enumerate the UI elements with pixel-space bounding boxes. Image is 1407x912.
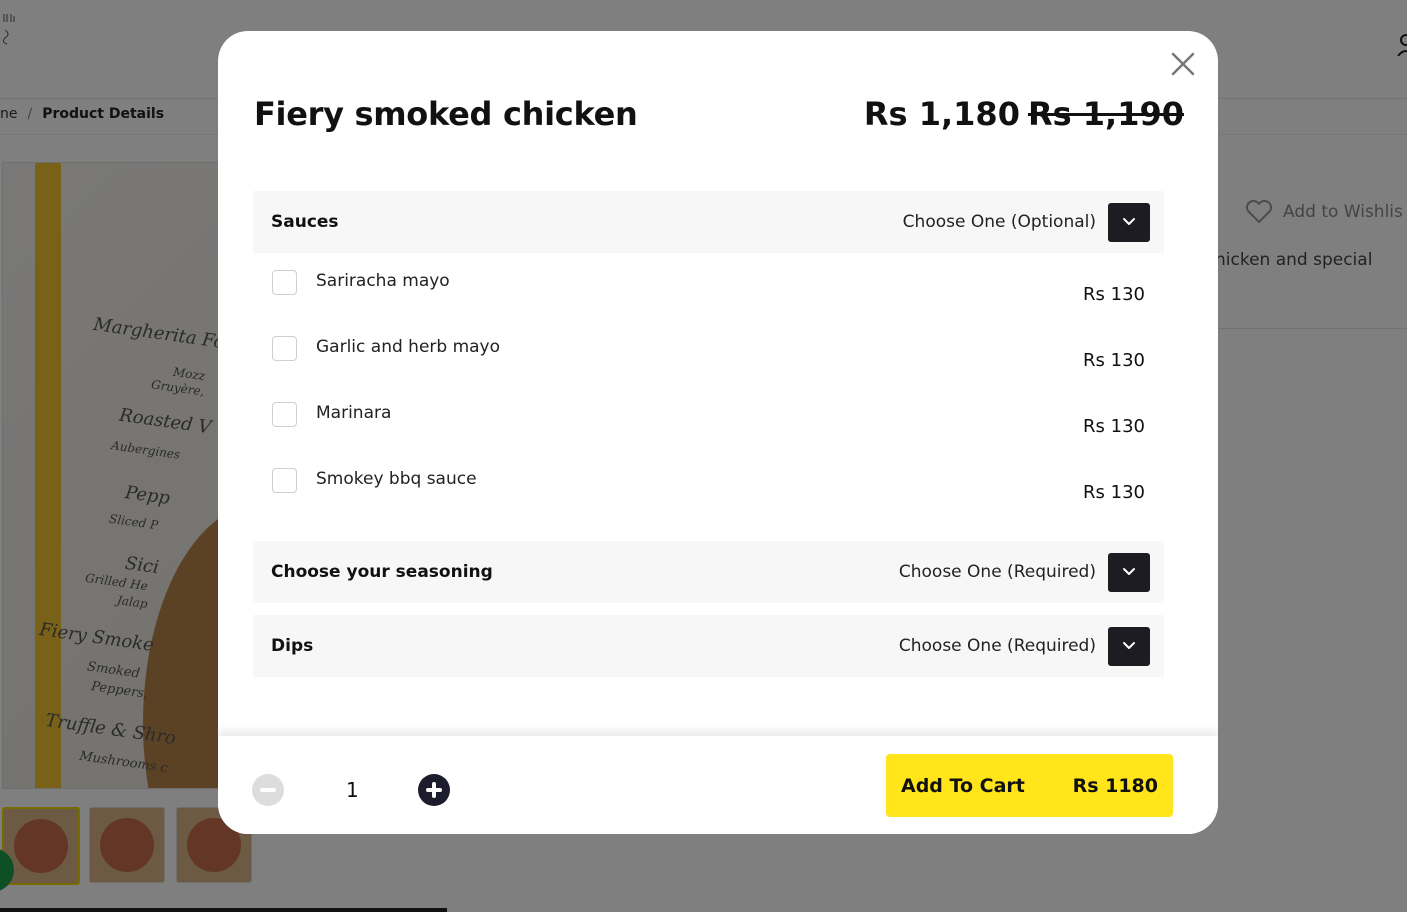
plus-circle-icon[interactable] [418, 774, 450, 806]
group-hint: Choose One (Required) [898, 636, 1096, 656]
modal-footer: 1 Add To Cart Rs 1180 [218, 736, 1218, 834]
group-right: Choose One (Required) [898, 552, 1150, 592]
option-label: Smokey bbq sauce [316, 469, 477, 489]
group-title: Sauces [271, 212, 339, 232]
chevron-down-icon [1123, 642, 1135, 649]
product-title: Fiery smoked chicken [254, 95, 638, 133]
expand-button[interactable] [1108, 202, 1150, 242]
product-options-modal: Fiery smoked chicken Rs 1,180 Rs 1,190 Sa… [218, 31, 1218, 834]
option-group-seasoning[interactable]: Choose your seasoning Choose One (Requir… [253, 541, 1164, 603]
option-checkbox[interactable] [272, 336, 297, 361]
option-row[interactable]: Sariracha mayo Rs 130 [253, 270, 1164, 336]
group-right: Choose One (Optional) [902, 202, 1150, 242]
option-row[interactable]: Garlic and herb mayo Rs 130 [253, 336, 1164, 402]
chevron-down-icon [1123, 218, 1135, 225]
group-title: Choose your seasoning [271, 562, 493, 582]
option-price: Rs 130 [1083, 284, 1145, 305]
group-hint: Choose One (Required) [898, 562, 1096, 582]
close-icon[interactable] [1170, 51, 1196, 77]
option-price: Rs 130 [1083, 482, 1145, 503]
option-row[interactable]: Marinara Rs 130 [253, 402, 1164, 468]
expand-button[interactable] [1108, 626, 1150, 666]
option-label: Garlic and herb mayo [316, 337, 501, 357]
quantity-value: 1 [346, 778, 359, 802]
option-price: Rs 130 [1083, 350, 1145, 371]
plus-bar-vertical [432, 782, 436, 798]
option-group-sauces[interactable]: Sauces Choose One (Optional) [253, 191, 1164, 253]
option-row[interactable]: Smokey bbq sauce Rs 130 [253, 468, 1164, 534]
option-checkbox[interactable] [272, 270, 297, 295]
add-to-cart-price: Rs 1180 [1072, 774, 1158, 797]
chevron-down-icon [1123, 568, 1135, 575]
group-title: Dips [271, 636, 314, 656]
product-price: Rs 1,180 Rs 1,190 [864, 95, 1184, 133]
add-to-cart-button[interactable]: Add To Cart Rs 1180 [886, 754, 1173, 817]
option-label: Sariracha mayo [316, 271, 450, 291]
group-right: Choose One (Required) [898, 626, 1150, 666]
option-price: Rs 130 [1083, 416, 1145, 437]
minus-circle-icon[interactable] [252, 774, 284, 806]
option-checkbox[interactable] [272, 468, 297, 493]
group-hint: Choose One (Optional) [902, 212, 1096, 232]
price-current: Rs 1,180 [863, 95, 1020, 133]
expand-button[interactable] [1108, 552, 1150, 592]
option-label: Marinara [316, 403, 392, 423]
add-to-cart-label: Add To Cart [901, 774, 1025, 797]
minus-bar [260, 788, 276, 792]
option-group-dips[interactable]: Dips Choose One (Required) [253, 615, 1164, 677]
option-checkbox[interactable] [272, 402, 297, 427]
price-old: Rs 1,190 [1027, 95, 1184, 133]
